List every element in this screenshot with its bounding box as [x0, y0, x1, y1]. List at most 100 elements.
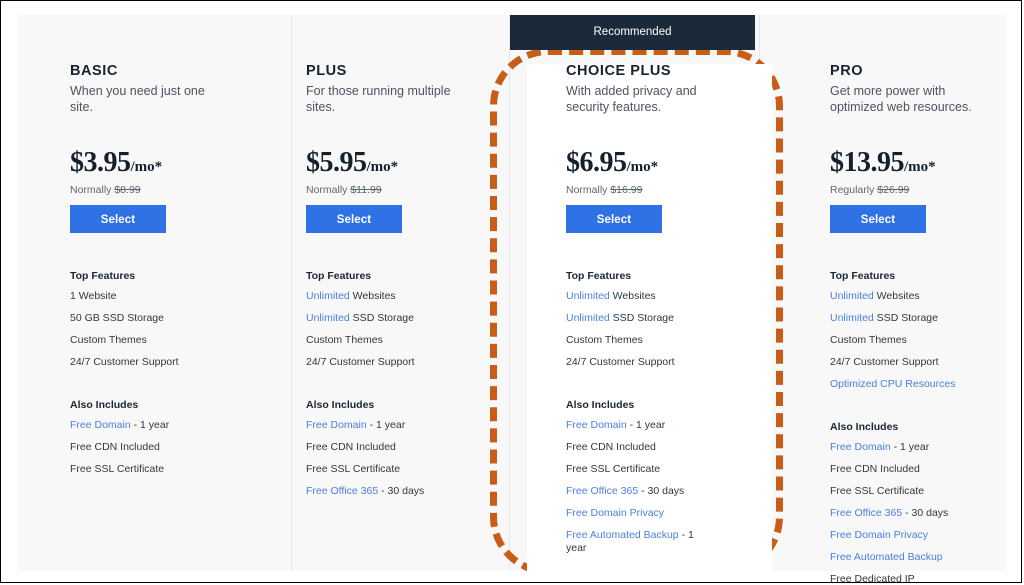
list-item: Custom Themes: [830, 329, 960, 351]
also-includes-heading-pro: Also Includes: [830, 421, 899, 433]
plan-column-basic: BASIC When you need just one site. $3.95/m…: [18, 15, 291, 571]
feature-text: Free SSL Certificate: [830, 485, 925, 497]
feature-text: Free CDN Included: [306, 441, 396, 453]
price-block-pro: $13.95/mo* Regularly $26.99 Select: [830, 149, 992, 233]
price-amount: $13.95: [830, 147, 905, 178]
feature-text: 50 GB SSD Storage: [70, 312, 164, 324]
select-button-plus[interactable]: Select: [306, 205, 402, 233]
feature-link[interactable]: Unlimited: [306, 312, 350, 324]
feature-text: - 30 days: [902, 507, 949, 519]
feature-link[interactable]: Unlimited: [830, 312, 874, 324]
plan-column-plus: PLUS For those running multiple sites. $5.…: [291, 15, 509, 571]
top-features-heading-plus: Top Features: [306, 270, 372, 282]
plan-tagline-basic: When you need just one site.: [70, 84, 205, 114]
feature-link[interactable]: Unlimited: [306, 290, 350, 302]
feature-text: - 1 year: [366, 419, 406, 431]
list-item: Free Automated Backup: [830, 546, 960, 568]
original-price-value: $26.99: [877, 184, 910, 196]
feature-text: Custom Themes: [306, 334, 383, 346]
feature-text: Free SSL Certificate: [566, 463, 661, 475]
feature-text: Custom Themes: [70, 334, 147, 346]
also-includes-list-pro: Free Domain - 1 year Free CDN Included Fre…: [830, 436, 992, 583]
feature-text: Custom Themes: [830, 334, 907, 346]
feature-link[interactable]: Optimized CPU Resources: [830, 378, 955, 390]
original-price-label: Regularly: [830, 184, 875, 196]
list-item: 24/7 Customer Support: [830, 351, 960, 373]
plan-tagline-pro: Get more power with optimized web resour…: [830, 84, 972, 114]
feature-text: - 1 year: [890, 441, 930, 453]
feature-link[interactable]: Free Office 365: [306, 485, 378, 497]
also-includes-heading-basic: Also Includes: [70, 399, 139, 411]
plan-price-pro: $13.95/mo*: [830, 149, 992, 177]
feature-text: 24/7 Customer Support: [306, 356, 415, 368]
top-features-list-basic: 1 Website 50 GB SSD Storage Custom Themes 2…: [70, 285, 277, 373]
list-item: Custom Themes: [70, 329, 200, 351]
feature-text: Free SSL Certificate: [306, 463, 401, 475]
list-item: Free Domain - 1 year: [566, 414, 696, 436]
price-period: /mo*: [130, 159, 163, 175]
feature-link[interactable]: Free Domain: [306, 419, 367, 431]
feature-link[interactable]: Free Domain: [566, 419, 627, 431]
plan-tagline-choice-plus: With added privacy and security features…: [566, 84, 697, 114]
plan-original-price-choice-plus: Normally $16.99: [566, 184, 745, 196]
plan-name-pro: PRO: [830, 63, 864, 79]
original-price-label: Normally: [306, 184, 348, 196]
feature-text: Free Dedicated IP: [830, 573, 915, 583]
list-item: Free Office 365 - 30 days: [830, 502, 960, 524]
list-item: Custom Themes: [306, 329, 436, 351]
pricing-table: BASIC When you need just one site. $3.95/m…: [18, 15, 1006, 582]
feature-link[interactable]: Free Domain: [70, 419, 131, 431]
list-item: Free SSL Certificate: [566, 458, 696, 480]
feature-link[interactable]: Free Domain: [830, 441, 891, 453]
select-button-basic[interactable]: Select: [70, 205, 166, 233]
list-item: Free Automated Backup - 1 year: [566, 524, 696, 559]
feature-text: 24/7 Customer Support: [70, 356, 179, 368]
also-includes-heading-choice-plus: Also Includes: [566, 399, 635, 411]
feature-text: Custom Themes: [566, 334, 643, 346]
select-button-pro[interactable]: Select: [830, 205, 926, 233]
feature-link[interactable]: Unlimited: [830, 290, 874, 302]
feature-text: - 30 days: [638, 485, 685, 497]
list-item: 1 Website: [70, 285, 200, 307]
also-includes-list-basic: Free Domain - 1 year Free CDN Included Fre…: [70, 414, 277, 480]
feature-text: 1 Website: [70, 290, 117, 302]
list-item: Free SSL Certificate: [830, 480, 960, 502]
list-item: Free SSL Certificate: [70, 458, 200, 480]
feature-link[interactable]: Free Office 365: [830, 507, 902, 519]
plan-columns: BASIC When you need just one site. $3.95/m…: [18, 15, 1006, 582]
feature-link[interactable]: Unlimited: [566, 312, 610, 324]
price-block-plus: $5.95/mo* Normally $11.99 Select: [306, 149, 495, 233]
list-item: Unlimited SSD Storage: [306, 307, 436, 329]
feature-text: SSD Storage: [349, 312, 414, 324]
price-period: /mo*: [904, 159, 936, 175]
price-block-choice-plus: $6.95/mo* Normally $16.99 Select: [566, 149, 745, 233]
feature-link[interactable]: Free Office 365: [566, 485, 638, 497]
top-features-list-plus: Unlimited Websites Unlimited SSD Storage C…: [306, 285, 495, 373]
list-item: Free Domain - 1 year: [70, 414, 200, 436]
feature-link[interactable]: Free Domain Privacy: [830, 529, 928, 541]
list-item: Free Office 365 - 30 days: [306, 480, 436, 502]
feature-link[interactable]: Unlimited: [566, 290, 610, 302]
top-features-list-pro: Unlimited Websites Unlimited SSD Storage C…: [830, 285, 992, 395]
plan-tagline-plus: For those running multiple sites.: [306, 84, 451, 114]
list-item: Free Office 365 - 30 days: [566, 480, 696, 502]
plan-price-plus: $5.95/mo*: [306, 149, 495, 177]
feature-link[interactable]: Free Automated Backup: [830, 551, 943, 563]
plan-price-choice-plus: $6.95/mo*: [566, 149, 745, 177]
list-item: Free Domain - 1 year: [306, 414, 436, 436]
list-item: 24/7 Customer Support: [306, 351, 436, 373]
feature-text: SSD Storage: [609, 312, 674, 324]
original-price-label: Normally: [566, 184, 608, 196]
feature-text: Websites: [609, 290, 656, 302]
list-item: Free CDN Included: [566, 436, 696, 458]
select-button-choice-plus[interactable]: Select: [566, 205, 662, 233]
list-item: Free Domain Privacy: [830, 524, 960, 546]
feature-text: Websites: [873, 290, 920, 302]
plan-name-basic: BASIC: [70, 63, 118, 79]
plan-column-pro: PRO Get more power with optimized web res…: [759, 15, 1006, 582]
feature-link[interactable]: Free Automated Backup: [566, 529, 679, 541]
list-item: Free Domain - 1 year: [830, 436, 960, 458]
feature-link[interactable]: Free Domain Privacy: [566, 507, 664, 519]
plan-name-choice-plus: CHOICE PLUS: [566, 63, 672, 79]
list-item: Unlimited SSD Storage: [566, 307, 696, 329]
